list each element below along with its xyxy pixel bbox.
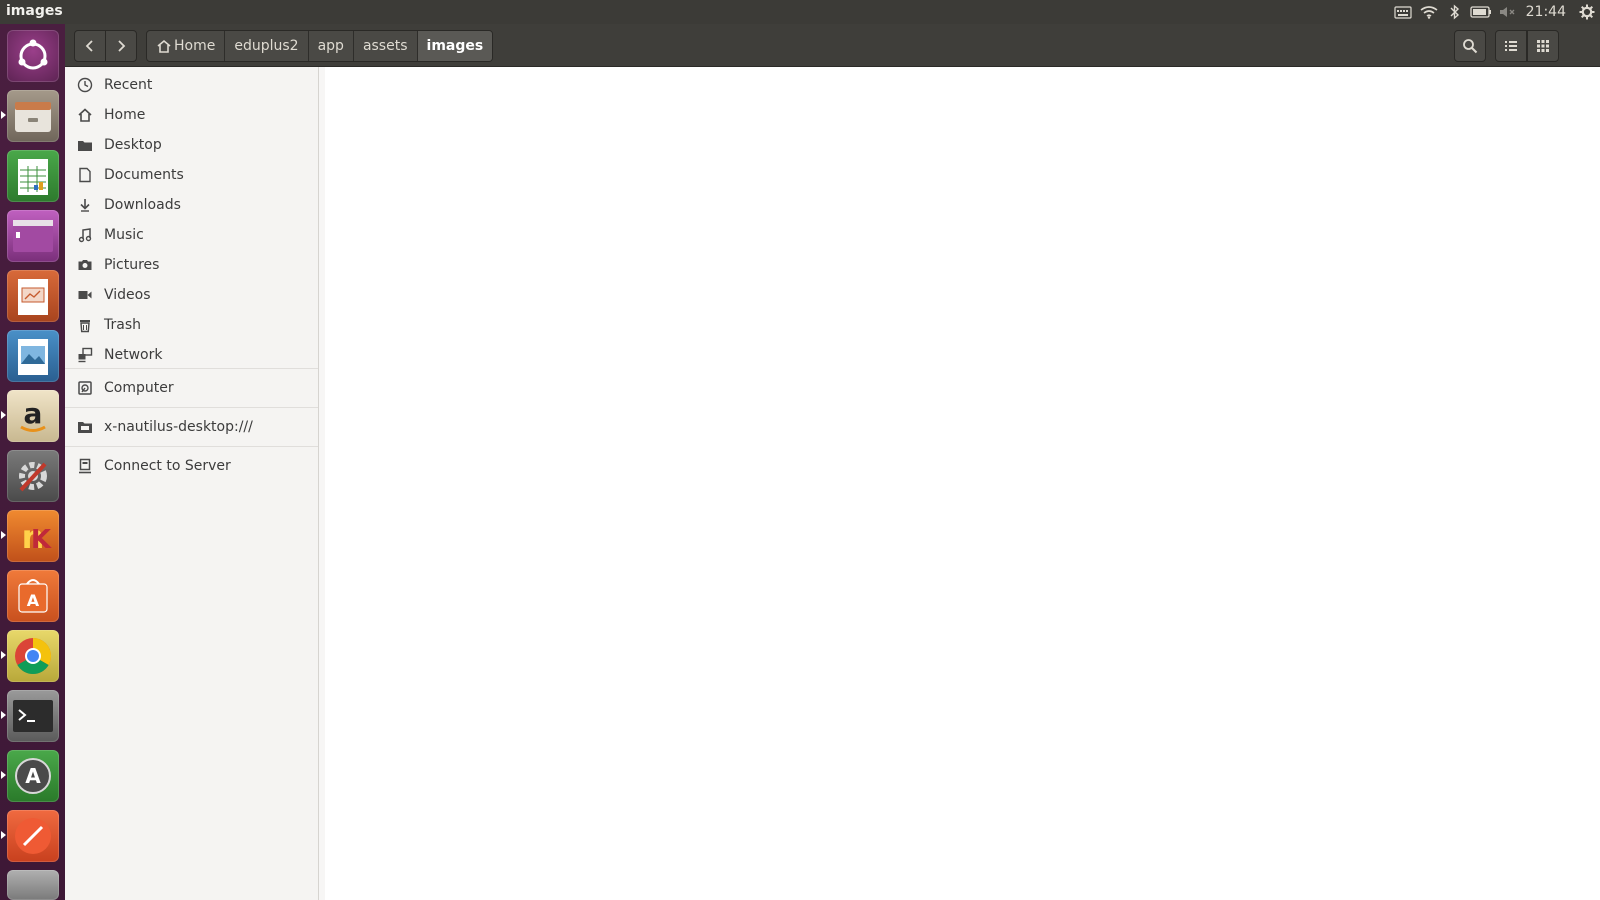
app-window-icon[interactable]	[7, 210, 59, 262]
libreoffice-impress-icon[interactable]	[7, 270, 59, 322]
amazon-icon[interactable]: a	[7, 390, 59, 442]
list-icon	[1505, 41, 1517, 51]
sidebar-item-label: Computer	[104, 379, 174, 396]
desktop-folder-icon	[76, 418, 94, 436]
sidebar-item-pictures[interactable]: Pictures	[65, 250, 318, 279]
sidebar-item-documents[interactable]: Documents	[65, 160, 318, 189]
music-icon	[76, 226, 94, 244]
sidebar-item-bookmark[interactable]: x-nautilus-desktop:///	[65, 412, 318, 441]
indicator-area: 21:44	[1390, 0, 1600, 24]
svg-text:A: A	[25, 764, 41, 788]
home-icon	[76, 106, 94, 124]
chrome-icon[interactable]	[7, 630, 59, 682]
software-updater-icon[interactable]: A	[7, 750, 59, 802]
home-icon	[157, 39, 171, 53]
server-icon	[76, 457, 94, 475]
volume-muted-icon[interactable]	[1494, 0, 1520, 24]
window-title: images	[6, 3, 63, 19]
sidebar-item-label: Trash	[104, 316, 141, 333]
breadcrumb-assets[interactable]: assets	[354, 31, 418, 61]
svg-text:K: K	[31, 525, 52, 555]
computer-icon	[76, 379, 94, 397]
ubuntu-dash-icon[interactable]	[7, 30, 59, 82]
sidebar-item-desktop[interactable]: Desktop	[65, 130, 318, 159]
sidebar-separator	[65, 446, 318, 447]
image-viewer-icon[interactable]	[7, 330, 59, 382]
sidebar-item-connect-to-server[interactable]: Connect to Server	[65, 451, 318, 480]
sidebar-item-label: Home	[104, 106, 146, 123]
forward-button[interactable]	[105, 30, 137, 62]
sidebar-item-label: Documents	[104, 166, 184, 183]
clock-icon	[76, 76, 94, 94]
trash-icon	[76, 316, 94, 334]
toolbar: Home eduplus2 app assets images	[65, 24, 1600, 67]
sidebar-item-label: x-nautilus-desktop:///	[104, 418, 253, 435]
editor-icon[interactable]	[7, 810, 59, 862]
camera-icon	[76, 256, 94, 274]
breadcrumb-images[interactable]: images	[417, 31, 493, 61]
software-center-icon[interactable]: A	[7, 570, 59, 622]
sidebar-item-downloads[interactable]: Downloads	[65, 190, 318, 219]
top-panel: images 21:44	[0, 0, 1600, 24]
clock[interactable]: 21:44	[1520, 4, 1574, 20]
svg-text:a: a	[24, 397, 43, 430]
search-icon	[1463, 39, 1478, 54]
libreoffice-calc-icon[interactable]	[7, 150, 59, 202]
back-button[interactable]	[74, 30, 106, 62]
chevron-left-icon	[85, 40, 93, 52]
breadcrumb-eduplus2[interactable]: eduplus2	[225, 31, 309, 61]
breadcrumb-label: Home	[174, 38, 216, 54]
keyboard-icon[interactable]	[1390, 0, 1416, 24]
terminal-icon[interactable]	[7, 690, 59, 742]
video-icon	[76, 286, 94, 304]
sidebar-item-home[interactable]: Home	[65, 100, 318, 129]
sidebar-item-label: Music	[104, 226, 144, 243]
system-settings-icon[interactable]	[7, 450, 59, 502]
trash-launcher-icon[interactable]	[7, 870, 59, 900]
sidebar-item-videos[interactable]: Videos	[65, 280, 318, 309]
app-icon[interactable]: nK	[7, 510, 59, 562]
sidebar-item-recent[interactable]: Recent	[65, 70, 318, 99]
wifi-icon[interactable]	[1416, 0, 1442, 24]
sidebar-item-music[interactable]: Music	[65, 220, 318, 249]
folder-icon	[76, 136, 94, 154]
search-button[interactable]	[1454, 30, 1486, 62]
sidebar-item-label: Desktop	[104, 136, 162, 153]
sidebar-separator	[65, 407, 318, 408]
sidebar-item-computer[interactable]: Computer	[65, 373, 318, 402]
launcher: a nK A A	[0, 24, 65, 900]
sidebar-item-trash[interactable]: Trash	[65, 310, 318, 339]
sidebar-item-label: Videos	[104, 286, 151, 303]
download-icon	[76, 196, 94, 214]
sidebar: Recent Home Desktop Documents Downloads …	[65, 67, 319, 900]
sidebar-item-label: Recent	[104, 76, 153, 93]
chevron-right-icon	[118, 40, 126, 52]
list-view-button[interactable]	[1495, 30, 1527, 62]
breadcrumb: Home eduplus2 app assets images	[146, 30, 494, 62]
sidebar-item-network[interactable]: Network	[65, 340, 318, 369]
battery-icon[interactable]	[1468, 0, 1494, 24]
breadcrumb-app[interactable]: app	[309, 31, 354, 61]
gear-icon[interactable]	[1574, 0, 1600, 24]
sidebar-item-label: Network	[104, 346, 163, 363]
sidebar-item-label: Pictures	[104, 256, 160, 273]
sidebar-separator	[65, 368, 318, 369]
grid-view-button[interactable]	[1527, 30, 1559, 62]
bluetooth-icon[interactable]	[1442, 0, 1468, 24]
files-icon[interactable]	[7, 90, 59, 142]
file-view[interactable]	[325, 67, 1600, 900]
breadcrumb-home[interactable]: Home	[147, 31, 226, 61]
network-icon	[76, 346, 94, 364]
sidebar-item-label: Downloads	[104, 196, 181, 213]
sidebar-item-label: Connect to Server	[104, 457, 231, 474]
grid-icon	[1537, 40, 1549, 52]
svg-text:A: A	[27, 591, 40, 610]
document-icon	[76, 166, 94, 184]
